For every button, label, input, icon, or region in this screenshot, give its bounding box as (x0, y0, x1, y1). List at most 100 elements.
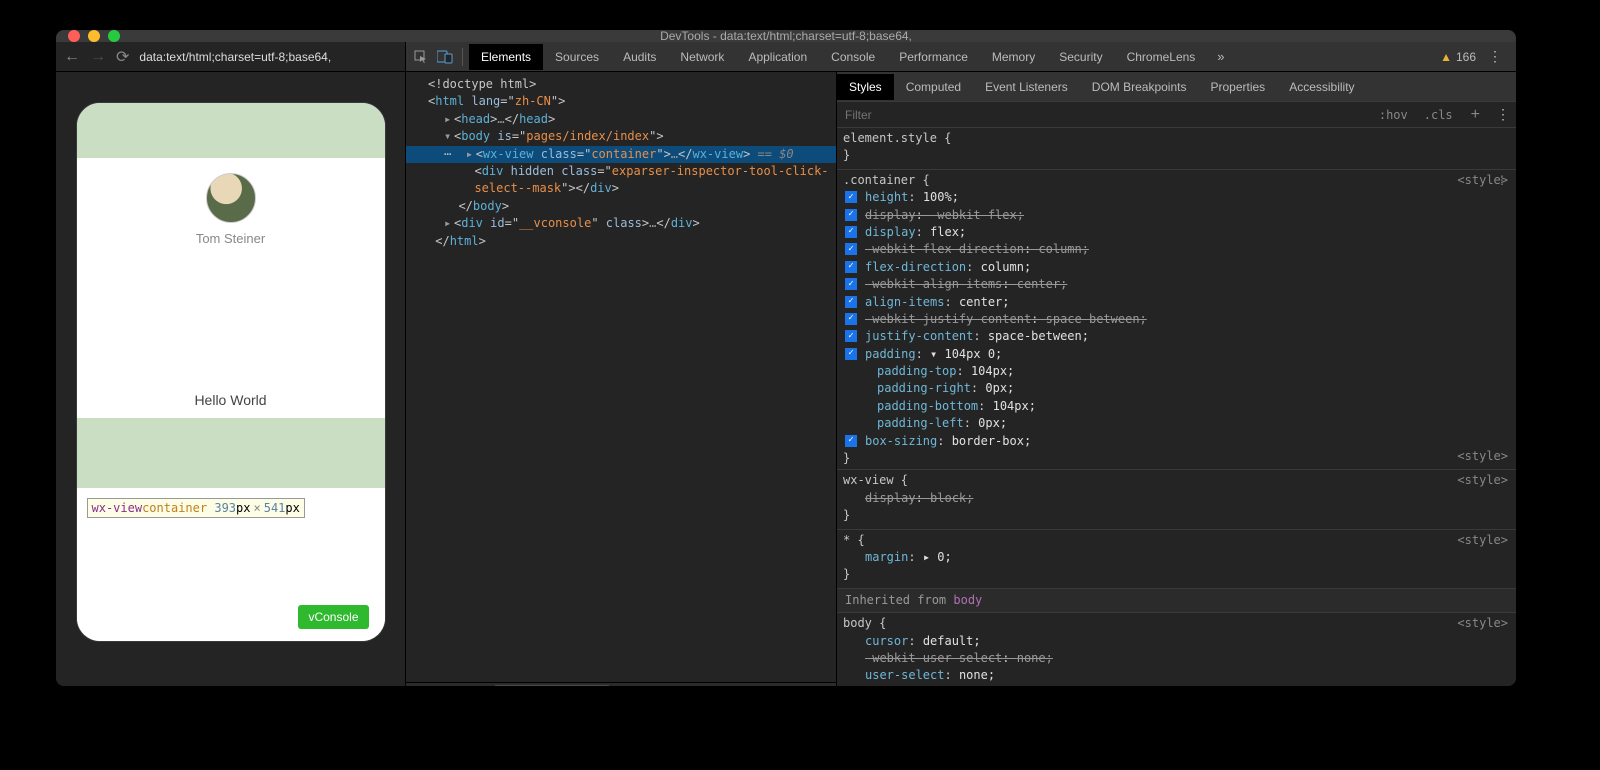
vconsole-button[interactable]: vConsole (298, 605, 368, 629)
dom-line-selected[interactable]: ⋯ <wx-view class="container">…</wx-view>… (406, 146, 836, 163)
rule-element-style[interactable]: element.style { } (837, 128, 1516, 170)
decl-sub[interactable]: padding-right: 0px; (843, 380, 1510, 397)
rule-selector: element.style { (843, 130, 1510, 147)
dom-tree[interactable]: <!doctype html> <html lang="zh-CN"> <hea… (406, 72, 836, 682)
decl[interactable]: ▲-webkit-touch-callout: none; (843, 685, 1510, 686)
tab-sources[interactable]: Sources (543, 44, 611, 70)
rule-star[interactable]: <style> * { margin: ▸ 0; } (837, 530, 1516, 589)
decl[interactable]: -webkit-user-select: none; (843, 650, 1510, 667)
checkbox-icon[interactable]: ✓ (845, 348, 857, 360)
checkbox-icon[interactable]: ✓ (845, 226, 857, 238)
tab-performance[interactable]: Performance (887, 44, 980, 70)
device-frame[interactable]: Tom Steiner Hello World wx-viewcontainer… (76, 102, 386, 642)
collapse-icon[interactable] (444, 128, 454, 145)
dom-line[interactable]: </body> (406, 198, 836, 215)
expand-icon[interactable] (444, 215, 454, 232)
tab-audits[interactable]: Audits (611, 44, 668, 70)
decl-sub[interactable]: padding-bottom: 104px; (843, 398, 1510, 415)
elements-panel: <!doctype html> <html lang="zh-CN"> <hea… (406, 72, 836, 686)
decl[interactable]: ✓padding: ▾ 104px 0; (843, 346, 1510, 363)
decl[interactable]: ✓height: 100%; (843, 189, 1510, 206)
subtab-computed[interactable]: Computed (894, 74, 973, 100)
decl[interactable]: ✓display: flex; (843, 224, 1510, 241)
subtab-dom-breakpoints[interactable]: DOM Breakpoints (1080, 74, 1199, 100)
tab-memory[interactable]: Memory (980, 44, 1047, 70)
cls-toggle[interactable]: .cls (1416, 108, 1461, 122)
rule-container[interactable]: ⋮ <style> <style> .container { ✓height: … (837, 170, 1516, 471)
crumb-html[interactable]: html (406, 685, 449, 686)
inherited-tag[interactable]: body (953, 593, 982, 607)
tab-network[interactable]: Network (668, 44, 736, 70)
checkbox-icon[interactable]: ✓ (845, 330, 857, 342)
inspect-icon[interactable] (410, 46, 432, 68)
device-toggle-icon[interactable] (434, 46, 456, 68)
tab-security[interactable]: Security (1047, 44, 1114, 70)
back-icon[interactable]: ← (64, 48, 80, 66)
dom-line[interactable]: <div hidden class="exparser-inspector-to… (406, 163, 836, 180)
rule-source[interactable]: <style> (1457, 172, 1508, 189)
filter-input[interactable] (837, 108, 1371, 122)
maximize-icon[interactable] (108, 30, 120, 42)
rule-wxview[interactable]: <style> wx-view { display: block; } (837, 470, 1516, 529)
more-icon[interactable]: ⋮ (1488, 48, 1502, 65)
decl[interactable]: ✓justify-content: space-between; (843, 328, 1510, 345)
dom-line[interactable]: </html> (406, 233, 836, 250)
tab-chromelens[interactable]: ChromeLens (1115, 44, 1208, 70)
dom-line[interactable]: select--mask"></div> (406, 180, 836, 197)
hov-toggle[interactable]: :hov (1371, 108, 1416, 122)
titlebar: DevTools - data:text/html;charset=utf-8;… (56, 30, 1516, 42)
expand-icon[interactable] (444, 111, 454, 128)
checkbox-icon[interactable]: ✓ (845, 209, 857, 221)
reload-icon[interactable]: ⟳ (116, 47, 129, 67)
tabs-overflow-icon[interactable]: » (1217, 49, 1224, 64)
rule-source[interactable]: <style> (1457, 472, 1508, 489)
decl-sub[interactable]: padding-top: 104px; (843, 363, 1510, 380)
url-text[interactable]: data:text/html;charset=utf-8;base64, (139, 50, 331, 64)
decl[interactable]: display: block; (843, 490, 1510, 507)
checkbox-icon[interactable]: ✓ (845, 243, 857, 255)
decl[interactable]: ✓-webkit-justify-content: space-between; (843, 311, 1510, 328)
checkbox-icon[interactable]: ✓ (845, 296, 857, 308)
rule-source[interactable]: <style> (1457, 532, 1508, 549)
decl[interactable]: cursor: default; (843, 633, 1510, 650)
expand-icon[interactable] (466, 146, 476, 163)
styles-body[interactable]: element.style { } ⋮ <style> <style> .con… (837, 128, 1516, 686)
decl[interactable]: ✓align-items: center; (843, 294, 1510, 311)
styles-more-icon[interactable]: ⋮ (1496, 106, 1510, 123)
minimize-icon[interactable] (88, 30, 100, 42)
subtab-accessibility[interactable]: Accessibility (1277, 74, 1366, 100)
rule-source[interactable]: <style> (1457, 448, 1508, 465)
crumb-wxview[interactable]: wx-view.container (495, 685, 610, 686)
dom-line[interactable]: <!doctype html> (406, 76, 836, 93)
checkbox-icon[interactable]: ✓ (845, 191, 857, 203)
checkbox-icon[interactable]: ✓ (845, 278, 857, 290)
decl-sub[interactable]: padding-left: 0px; (843, 415, 1510, 432)
tab-elements[interactable]: Elements (469, 44, 543, 70)
close-icon[interactable] (68, 30, 80, 42)
decl[interactable]: ✓-webkit-flex-direction: column; (843, 241, 1510, 258)
decl[interactable]: margin: ▸ 0; (843, 549, 1510, 566)
decl[interactable]: user-select: none; (843, 667, 1510, 684)
checkbox-icon[interactable]: ✓ (845, 261, 857, 273)
decl[interactable]: ✓flex-direction: column; (843, 259, 1510, 276)
subtab-event-listeners[interactable]: Event Listeners (973, 74, 1080, 100)
rule-body[interactable]: <style> body { cursor: default;-webkit-u… (837, 613, 1516, 686)
decl[interactable]: ✓-webkit-align-items: center; (843, 276, 1510, 293)
decl[interactable]: ✓display: -webkit-flex; (843, 207, 1510, 224)
warnings-badge[interactable]: ▲ 166 (1440, 50, 1476, 64)
new-rule-icon[interactable]: + (1461, 106, 1490, 124)
dom-line[interactable]: <head>…</head> (406, 111, 836, 128)
subtab-properties[interactable]: Properties (1198, 74, 1277, 100)
checkbox-icon[interactable]: ✓ (845, 313, 857, 325)
tab-application[interactable]: Application (736, 44, 819, 70)
tab-console[interactable]: Console (819, 44, 887, 70)
rule-source[interactable]: <style> (1457, 615, 1508, 632)
checkbox-icon[interactable]: ✓ (845, 435, 857, 447)
forward-icon[interactable]: → (90, 48, 106, 66)
dom-line[interactable]: <html lang="zh-CN"> (406, 93, 836, 110)
decl[interactable]: ✓box-sizing: border-box; (843, 433, 1510, 450)
crumb-body[interactable]: body (449, 685, 495, 686)
subtab-styles[interactable]: Styles (837, 74, 894, 100)
dom-line[interactable]: <div id="__vconsole" class>…</div> (406, 215, 836, 232)
dom-line[interactable]: <body is="pages/index/index"> (406, 128, 836, 145)
